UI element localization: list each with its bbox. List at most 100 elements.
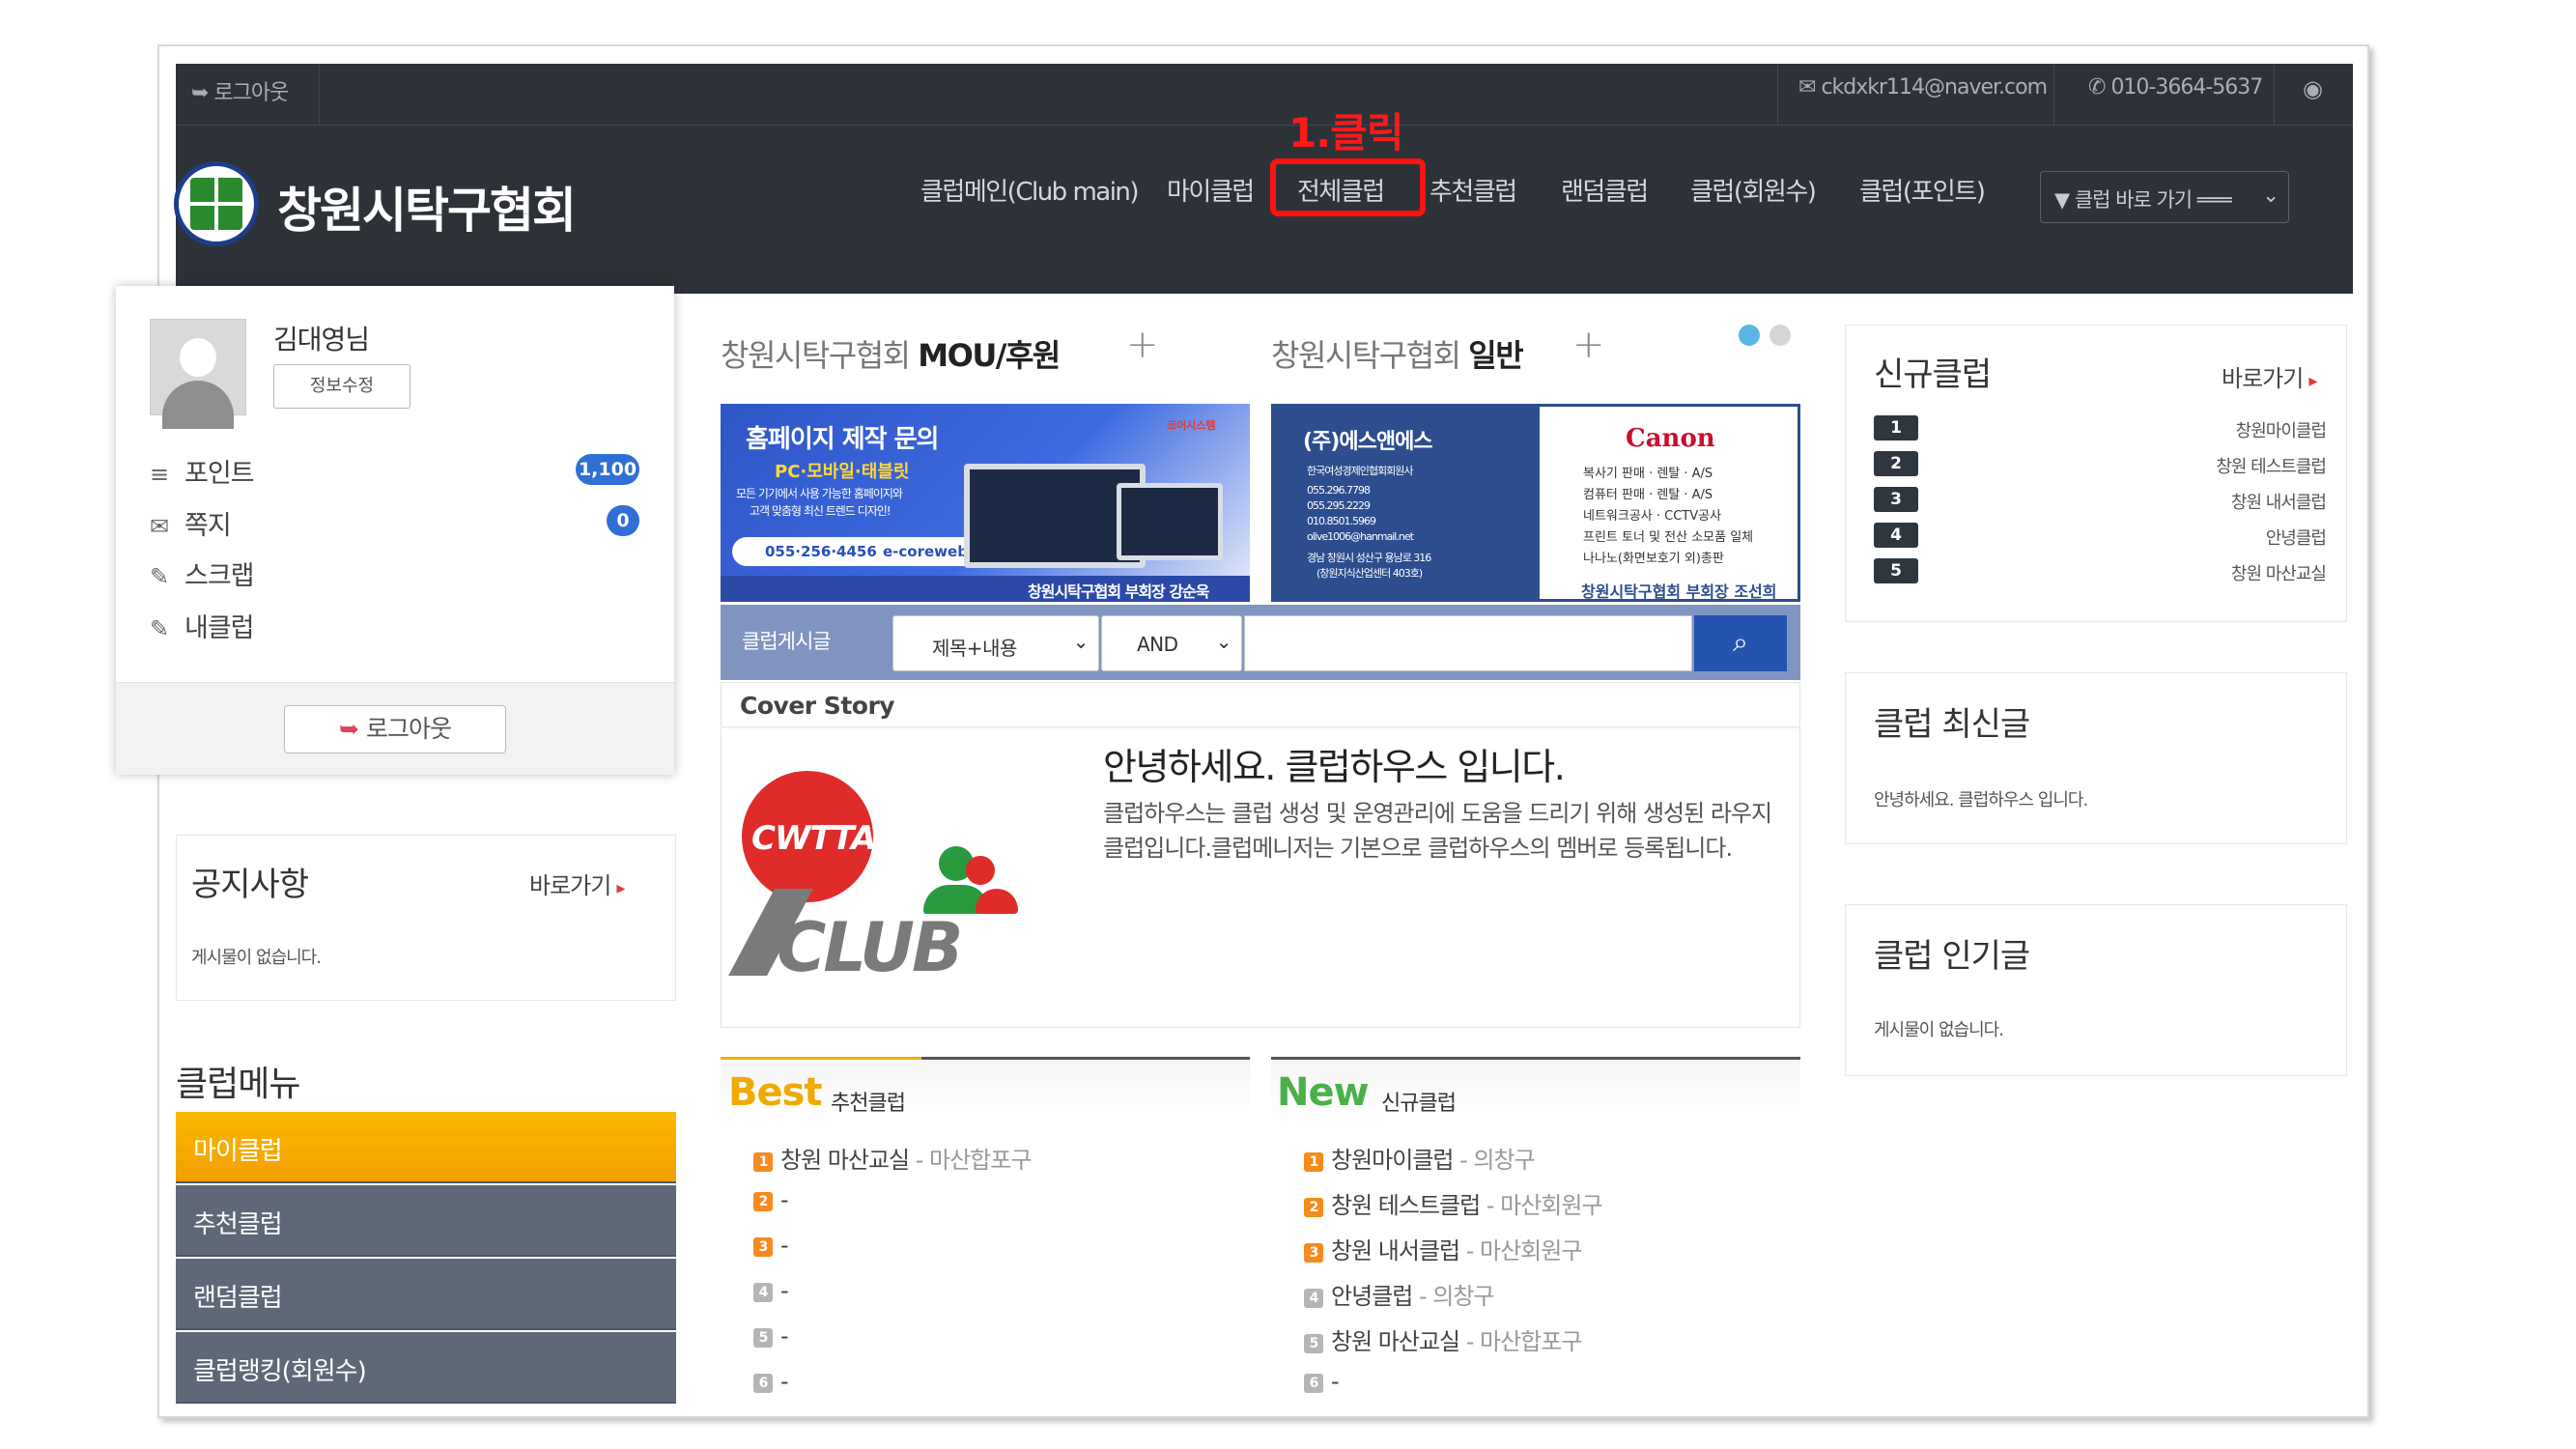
new-label: New xyxy=(1277,1070,1370,1115)
scrap-link[interactable]: ✎ 스크랩 xyxy=(150,554,255,592)
cover-text: 클럽하우스는 클럽 생성 및 운영관리에 도움을 드리기 위해 생성된 라우지 xyxy=(1103,800,1772,827)
divider xyxy=(1777,64,1778,126)
list-item[interactable]: 5- xyxy=(753,1322,789,1350)
banner1-phone: 055·256·4456 xyxy=(765,543,877,560)
new-club-link[interactable]: 창원 테스트클럽 xyxy=(2152,453,2327,478)
banner-web-design[interactable]: 홈페이지 제작 문의 PC·모바일·태블릿 모든 기기에서 사용 가능한 홈페이… xyxy=(721,404,1250,602)
list-item[interactable]: 2 창원 테스트클럽 - 마산회원구 xyxy=(1304,1186,1603,1220)
plus-icon[interactable]: + xyxy=(1126,323,1159,367)
banner1-title: 홈페이지 제작 문의 xyxy=(746,425,939,454)
phone-icon: ✆ xyxy=(2088,75,2111,99)
nav-recommended-clubs[interactable]: 추천클럽 xyxy=(1430,172,1517,208)
best-sub-label: 추천클럽 xyxy=(831,1092,906,1116)
divider xyxy=(721,726,1800,728)
list-item[interactable]: 3- xyxy=(753,1232,789,1259)
carousel-dot[interactable] xyxy=(1769,325,1791,346)
list-item[interactable]: 6- xyxy=(753,1368,789,1395)
banner1-line1: 모든 기기에서 사용 가능한 홈페이지와 xyxy=(736,487,903,500)
logout-icon: ➥ xyxy=(191,81,214,105)
nav-my-club[interactable]: 마이클럽 xyxy=(1167,172,1255,208)
database-icon: ≡ xyxy=(150,461,169,488)
canon-logo: Canon xyxy=(1626,424,1715,453)
caret-right-icon: ▸ xyxy=(2308,371,2317,391)
banner2-left-line: 055.295.2229 xyxy=(1307,499,1371,512)
pin-icon: ✎ xyxy=(150,615,169,642)
list-item[interactable]: 6- xyxy=(1304,1368,1340,1395)
caret-right-icon: ▸ xyxy=(616,878,625,898)
edit-profile-button[interactable]: 정보수정 xyxy=(273,364,410,409)
my-clubs-link[interactable]: ✎ 내클럽 xyxy=(150,607,255,644)
logout-button[interactable]: ➥ 로그아웃 xyxy=(284,705,506,753)
banner2-right-line: 나나노(화면보호기 외)총판 xyxy=(1583,552,1724,566)
banner2-right-line: 컴퓨터 판매 · 렌탈 · A/S xyxy=(1583,488,1713,502)
new-sub-label: 신규클럽 xyxy=(1381,1092,1457,1116)
banner2-right-line: 네트워크공사 · CCTV공사 xyxy=(1583,509,1722,524)
new-clubs-more-link[interactable]: 바로가기 ▸ xyxy=(2222,359,2317,393)
banner1-brand: 코어시스템 xyxy=(1167,419,1216,432)
list-item[interactable]: 3 창원 내서클럽 - 마산회원구 xyxy=(1304,1232,1582,1265)
cover-story-label: Cover Story xyxy=(740,692,895,720)
new-clubs-title: 신규클럽 xyxy=(1874,355,1992,394)
nav-random-clubs[interactable]: 랜덤클럽 xyxy=(1561,172,1649,208)
rank-badge: 1 xyxy=(1874,415,1918,440)
new-club-link[interactable]: 창원 내서클럽 xyxy=(2152,489,2327,514)
phone-link[interactable]: ✆ 010-3664-5637 xyxy=(2088,75,2263,99)
nav-all-clubs[interactable]: 전체클럽 xyxy=(1297,172,1385,208)
best-label: Best xyxy=(728,1070,823,1115)
top-logout-link[interactable]: ➥ 로그아웃 xyxy=(191,75,289,106)
club-menu-ranking[interactable]: 클럽랭킹(회원수) xyxy=(176,1332,676,1404)
popular-empty-text: 게시물이 없습니다. xyxy=(1874,1020,2004,1040)
club-quick-select[interactable]: ▼ 클럽 바로 가기 ═══ ⌄ xyxy=(2040,171,2289,223)
list-item[interactable]: 4- xyxy=(753,1277,789,1304)
points-link[interactable]: ≡ 포인트 xyxy=(150,452,255,490)
notice-more-link[interactable]: 바로가기 ▸ xyxy=(529,867,625,900)
latest-posts-title: 클럽 최신글 xyxy=(1874,705,2030,744)
user-name: 김대영님 xyxy=(273,324,370,355)
email-link[interactable]: ✉ ckdxkr114@naver.com xyxy=(1798,75,2048,99)
search-button[interactable]: ⌕ xyxy=(1694,615,1787,671)
messages-link[interactable]: ✉ 쪽지 xyxy=(150,504,232,542)
search-input[interactable] xyxy=(1244,615,1692,671)
chevron-down-icon: ⌄ xyxy=(2262,184,2279,207)
club-menu-recommended[interactable]: 추천클럽 xyxy=(176,1185,676,1257)
cover-heading: 안녕하세요. 클럽하우스 입니다. xyxy=(1103,746,1566,788)
messages-badge: 0 xyxy=(607,505,639,536)
divider xyxy=(2053,64,2054,126)
banner2-left-line: 한국여성경제인협회회원사 xyxy=(1307,465,1413,477)
list-item[interactable]: 4 안녕클럽 - 의창구 xyxy=(1304,1277,1495,1311)
member-icon xyxy=(966,856,995,885)
chevron-down-icon: ⌄ xyxy=(1072,630,1090,653)
search-operator-select[interactable]: AND ⌄ xyxy=(1101,615,1242,671)
rank-badge: 3 xyxy=(1874,487,1918,512)
search-field-select[interactable]: 제목+내용 ⌄ xyxy=(892,615,1099,671)
latest-post-link[interactable]: 안녕하세요. 클럽하우스 입니다. xyxy=(1874,786,2088,811)
list-item[interactable]: 1 창원마이클럽 - 의창구 xyxy=(1304,1141,1536,1175)
section-title-mou: 창원시탁구협회 MOU/후원 xyxy=(721,337,1061,374)
nav-clubs-by-points[interactable]: 클럽(포인트) xyxy=(1859,172,1986,208)
banner2-right-line: 복사기 판매 · 렌탈 · A/S xyxy=(1583,467,1713,481)
plus-icon[interactable]: + xyxy=(1572,323,1605,367)
club-menu-my-club[interactable]: 마이클럽 xyxy=(176,1112,676,1183)
site-title[interactable]: 창원시탁구협회 xyxy=(277,172,577,242)
club-menu-title: 클럽메뉴 xyxy=(176,1065,300,1104)
envelope-icon: ✉ xyxy=(1798,75,1822,99)
popular-posts-title: 클럽 인기글 xyxy=(1874,937,2030,976)
annotation-label: 1.클릭 xyxy=(1288,109,1403,156)
new-club-link[interactable]: 창원 마산교실 xyxy=(2152,560,2327,585)
banner2-footer: 창원시탁구협회 부회장 조선희 xyxy=(1581,582,1777,601)
notice-empty-text: 게시물이 없습니다. xyxy=(191,948,322,968)
discord-icon[interactable]: ◉ xyxy=(2303,75,2323,102)
banner-sns[interactable]: (주)에스앤에스 한국여성경제인협회회원사 055.296.7798 055.2… xyxy=(1271,404,1800,602)
new-club-link[interactable]: 안녕클럽 xyxy=(2152,525,2327,550)
list-item[interactable]: 5 창원 마산교실 - 마산합포구 xyxy=(1304,1322,1582,1356)
club-menu-random[interactable]: 랜덤클럽 xyxy=(176,1259,676,1330)
carousel-dot-active[interactable] xyxy=(1739,325,1760,346)
new-club-link[interactable]: 창원마이클럽 xyxy=(2152,417,2327,442)
banner2-left-line: 경남 창원시 성산구 용남로 316 xyxy=(1307,552,1431,564)
list-item[interactable]: 2- xyxy=(753,1186,789,1213)
banner2-left-line: 010.8501.5969 xyxy=(1307,515,1376,527)
nav-club-main[interactable]: 클럽메인(Club main) xyxy=(920,172,1140,208)
banner1-footer: 창원시탁구협회 부회장 강순욱 xyxy=(1028,582,1210,601)
nav-clubs-by-members[interactable]: 클럽(회원수) xyxy=(1690,172,1817,208)
list-item[interactable]: 1 창원 마산교실 - 마산합포구 xyxy=(753,1141,1032,1175)
